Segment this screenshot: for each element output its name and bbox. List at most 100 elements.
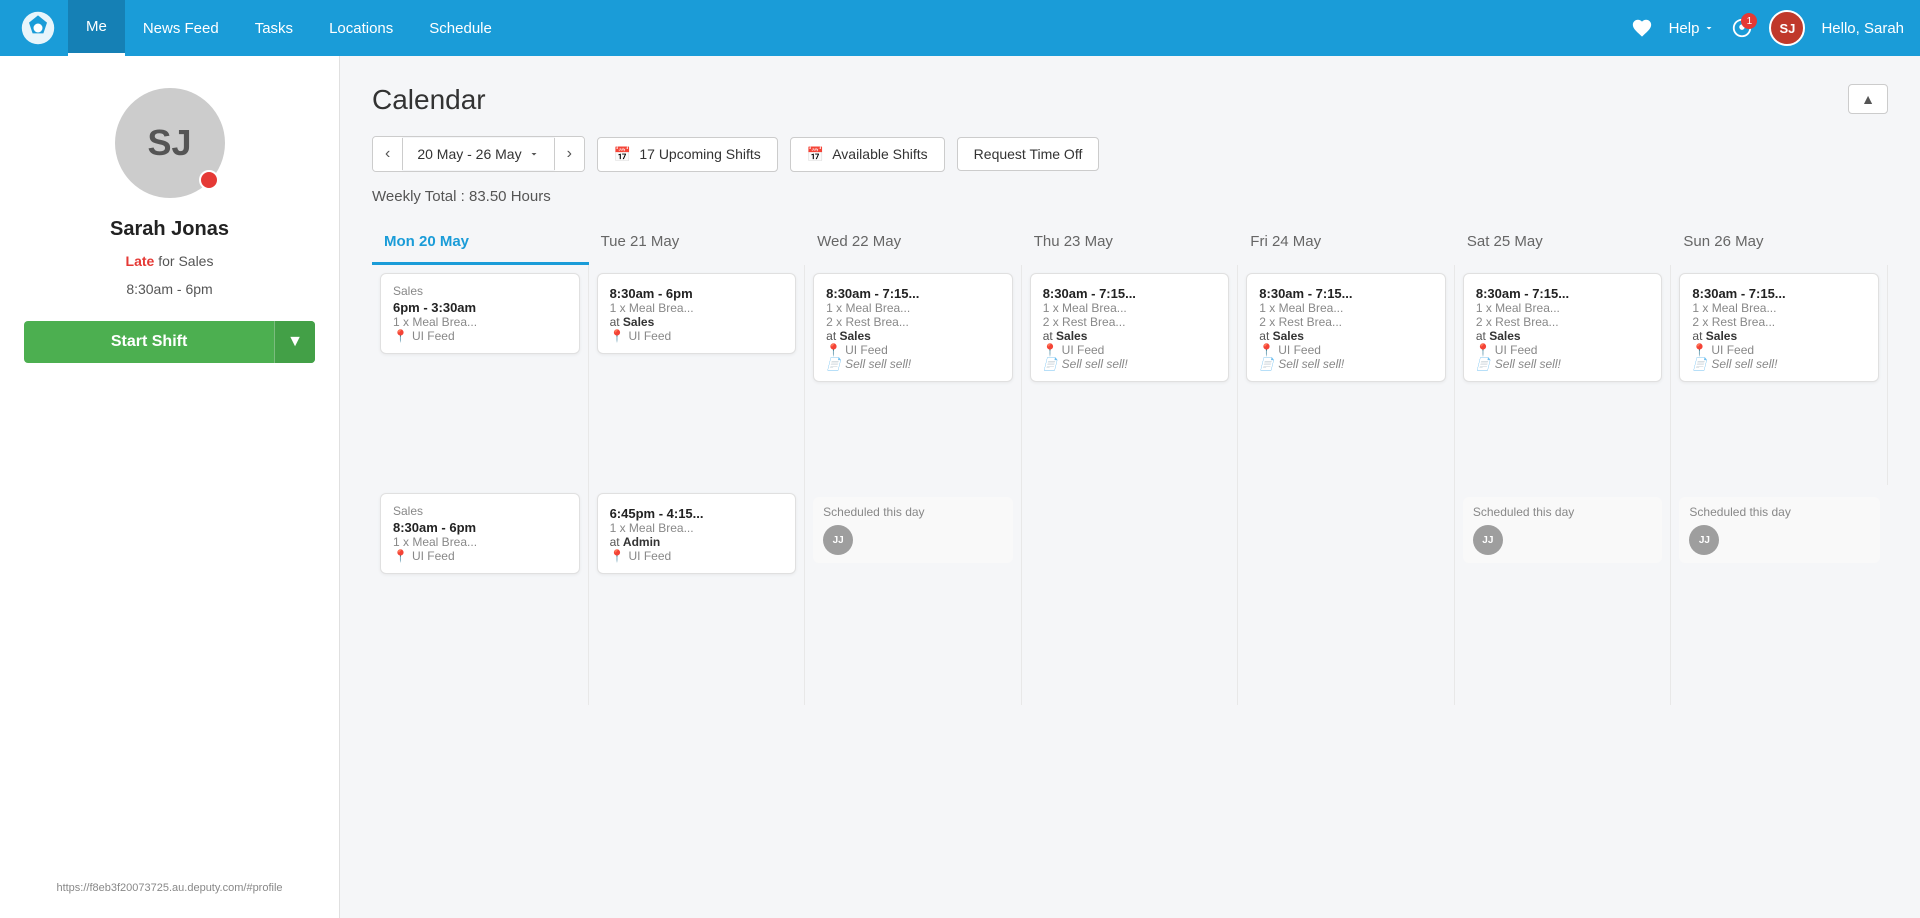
shift-time: 8:30am - 7:15... (1259, 286, 1433, 301)
shift-at: at Sales (610, 315, 784, 329)
shift-time: 8:30am - 7:15... (1043, 286, 1217, 301)
day-header-tue[interactable]: Tue 21 May (589, 225, 806, 265)
nav-me[interactable]: Me (68, 0, 125, 56)
scheduled-section-sun: Scheduled this day JJ (1679, 497, 1880, 563)
shift-role: Sales (393, 504, 567, 518)
nav-tasks[interactable]: Tasks (237, 0, 311, 56)
shift-time: 8:30am - 6pm (610, 286, 784, 301)
location-icon: 📍 (610, 329, 625, 343)
day-col-wed-row1: 8:30am - 7:15... 1 x Meal Brea... 2 x Re… (805, 265, 1022, 485)
shift-notes: 📄 Sell sell sell! (1043, 357, 1217, 371)
favorites-button[interactable] (1631, 17, 1653, 39)
shift-card-sat-1[interactable]: 8:30am - 7:15... 1 x Meal Brea... 2 x Re… (1463, 273, 1663, 382)
next-week-button[interactable]: › (555, 137, 584, 171)
nav-locations[interactable]: Locations (311, 0, 411, 56)
start-shift-dropdown-arrow[interactable]: ▼ (274, 321, 315, 363)
shift-card-tue-2[interactable]: 6:45pm - 4:15... 1 x Meal Brea... at Adm… (597, 493, 797, 574)
prev-week-button[interactable]: ‹ (373, 137, 402, 171)
shift-time: 8:30am - 6pm (126, 281, 212, 297)
day-col-mon-row2: Sales 8:30am - 6pm 1 x Meal Brea... 📍 UI… (372, 485, 589, 705)
location-icon: 📍 (1476, 343, 1491, 357)
day-header-fri[interactable]: Fri 24 May (1238, 225, 1455, 265)
location-icon: 📍 (1259, 343, 1274, 357)
shift-notes: 📄 Sell sell sell! (1259, 357, 1433, 371)
day-col-thu-row1: 8:30am - 7:15... 1 x Meal Brea... 2 x Re… (1022, 265, 1239, 485)
day-col-tue-row1: 8:30am - 6pm 1 x Meal Brea... at Sales 📍… (589, 265, 806, 485)
shift-break: 1 x Meal Brea... (610, 521, 784, 535)
location-icon: 📍 (393, 549, 408, 563)
calendar-toolbar: ‹ 20 May - 26 May › 📅 17 Upcoming Shifts… (372, 136, 1888, 172)
shift-break1: 1 x Meal Brea... (1476, 301, 1650, 315)
available-shifts-button[interactable]: 📅 Available Shifts (790, 137, 945, 172)
day-col-thu-row2 (1022, 485, 1239, 705)
shift-card-fri-1[interactable]: 8:30am - 7:15... 1 x Meal Brea... 2 x Re… (1246, 273, 1446, 382)
user-avatar-large: SJ (115, 88, 225, 198)
location-icon: 📍 (1043, 343, 1058, 357)
day-col-sat-row2: Scheduled this day JJ (1455, 485, 1672, 705)
day-header-sun[interactable]: Sun 26 May (1671, 225, 1888, 265)
calendar-icon: 📅 (614, 146, 631, 163)
sidebar: SJ Sarah Jonas Late for Sales 8:30am - 6… (0, 56, 340, 918)
upcoming-shifts-button[interactable]: 📅 17 Upcoming Shifts (597, 137, 778, 172)
nav-schedule[interactable]: Schedule (411, 0, 510, 56)
shift-time: 8:30am - 7:15... (826, 286, 1000, 301)
start-shift-button[interactable]: Start Shift ▼ (24, 321, 315, 363)
location-icon: 📍 (393, 329, 408, 343)
shift-card-mon-2[interactable]: Sales 8:30am - 6pm 1 x Meal Brea... 📍 UI… (380, 493, 580, 574)
shift-card-wed-1[interactable]: 8:30am - 7:15... 1 x Meal Brea... 2 x Re… (813, 273, 1013, 382)
notes-icon: 📄 (1692, 357, 1707, 371)
scheduled-section-wed: Scheduled this day JJ (813, 497, 1013, 563)
shift-time: 6:45pm - 4:15... (610, 506, 784, 521)
shift-time: 8:30am - 7:15... (1476, 286, 1650, 301)
shift-notes: 📄 Sell sell sell! (1476, 357, 1650, 371)
shift-break1: 1 x Meal Brea... (1692, 301, 1866, 315)
shift-at: at Sales (1043, 329, 1217, 343)
week-navigator: ‹ 20 May - 26 May › (372, 136, 585, 172)
location-icon: 📍 (610, 549, 625, 563)
shift-card-mon-1[interactable]: Sales 6pm - 3:30am 1 x Meal Brea... 📍 UI… (380, 273, 580, 354)
shift-time: 8:30am - 7:15... (1692, 286, 1866, 301)
shift-location: 📍 UI Feed (393, 329, 567, 343)
day-header-mon[interactable]: Mon 20 May (372, 225, 589, 265)
scheduled-avatar-jj: JJ (1473, 525, 1503, 555)
nav-news-feed[interactable]: News Feed (125, 0, 237, 56)
request-time-off-button[interactable]: Request Time Off (957, 137, 1100, 171)
day-col-fri-row1: 8:30am - 7:15... 1 x Meal Brea... 2 x Re… (1238, 265, 1455, 485)
scheduled-label: Scheduled this day (1689, 505, 1870, 519)
user-name: Sarah Jonas (110, 218, 229, 241)
scheduled-avatar-jj: JJ (823, 525, 853, 555)
shift-break: 1 x Meal Brea... (393, 535, 567, 549)
user-avatar-btn[interactable]: SJ (1769, 10, 1805, 46)
app-logo (16, 6, 60, 50)
shift-break2: 2 x Rest Brea... (1476, 315, 1650, 329)
day-col-fri-row2 (1238, 485, 1455, 705)
day-header-sat[interactable]: Sat 25 May (1455, 225, 1672, 265)
week-range: 20 May - 26 May (402, 138, 554, 170)
shift-card-thu-1[interactable]: 8:30am - 7:15... 1 x Meal Brea... 2 x Re… (1030, 273, 1230, 382)
collapse-button[interactable]: ▲ (1848, 84, 1888, 114)
main-content: Calendar ▲ ‹ 20 May - 26 May › 📅 17 Upco… (340, 56, 1920, 918)
main-layout: SJ Sarah Jonas Late for Sales 8:30am - 6… (0, 56, 1920, 918)
top-nav-right: Help 1 SJ Hello, Sarah (1631, 10, 1904, 46)
shift-location: 📍 UI Feed (1476, 343, 1650, 357)
help-button[interactable]: Help (1669, 20, 1716, 37)
nav-links: Me News Feed Tasks Locations Schedule (68, 0, 1631, 56)
day-col-tue-row2: 6:45pm - 4:15... 1 x Meal Brea... at Adm… (589, 485, 806, 705)
day-header-thu[interactable]: Thu 23 May (1022, 225, 1239, 265)
shift-card-sun-1[interactable]: 8:30am - 7:15... 1 x Meal Brea... 2 x Re… (1679, 273, 1879, 382)
notification-badge: 1 (1741, 13, 1757, 29)
shift-at: at Admin (610, 535, 784, 549)
location-icon: 📍 (1692, 343, 1707, 357)
day-header-wed[interactable]: Wed 22 May (805, 225, 1022, 265)
shift-break2: 2 x Rest Brea... (1043, 315, 1217, 329)
online-dot (199, 170, 219, 190)
location-icon: 📍 (826, 343, 841, 357)
weekly-total: Weekly Total : 83.50 Hours (372, 188, 1888, 205)
shift-break2: 2 x Rest Brea... (1692, 315, 1866, 329)
shift-at: at Sales (1692, 329, 1866, 343)
shift-at: at Sales (1259, 329, 1433, 343)
shift-break2: 2 x Rest Brea... (1259, 315, 1433, 329)
shift-card-tue-1[interactable]: 8:30am - 6pm 1 x Meal Brea... at Sales 📍… (597, 273, 797, 354)
shift-break1: 1 x Meal Brea... (826, 301, 1000, 315)
shift-location: 📍 UI Feed (1259, 343, 1433, 357)
